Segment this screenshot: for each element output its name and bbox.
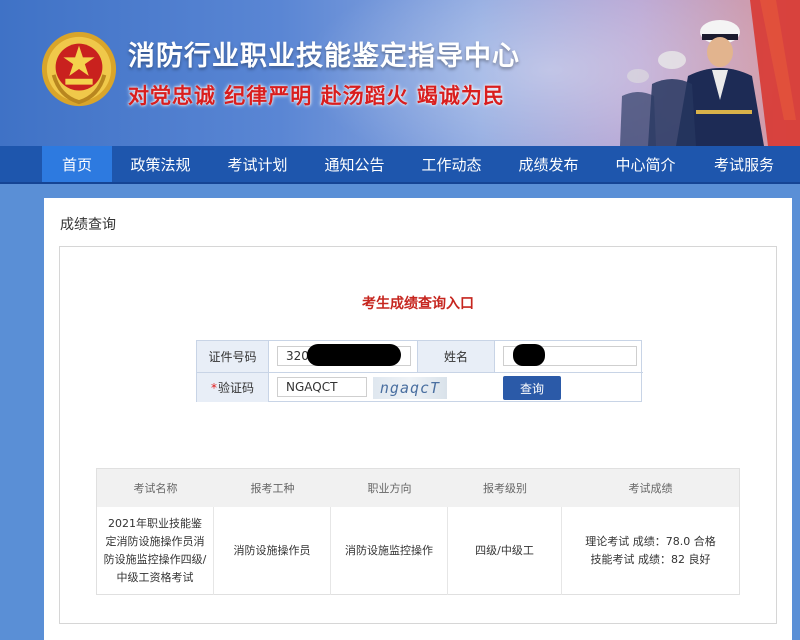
slogan: 对党忠诚 纪律严明 赴汤蹈火 竭诚为民	[128, 84, 505, 108]
panel-title: 考生成绩查询入口	[362, 296, 474, 312]
redaction-mask	[513, 344, 545, 366]
column-header-score: 考试成绩	[562, 469, 739, 507]
id-label: 证件号码	[197, 341, 269, 372]
results-table: 考试名称 报考工种 职业方向 报考级别 考试成绩 2021年职业技能鉴定消防设施…	[96, 468, 740, 595]
required-mark: *	[210, 380, 217, 395]
query-form: 证件号码 姓名 * 验证码 ngaqcT 查询	[196, 340, 643, 402]
column-header-direction: 职业方向	[331, 469, 448, 507]
nav-item-notices[interactable]: 通知公告	[306, 146, 403, 182]
nav-item-about[interactable]: 中心简介	[597, 146, 694, 182]
captcha-image[interactable]: ngaqcT	[373, 377, 447, 399]
query-panel: 考生成绩查询入口 证件号码 姓名 * 验证码 ngaqcT 查询	[59, 246, 777, 624]
firefighter-photo	[620, 0, 800, 146]
nav-item-results[interactable]: 成绩发布	[500, 146, 597, 182]
name-field-cell	[495, 341, 643, 372]
site-title: 消防行业职业技能鉴定指导中心	[128, 41, 520, 72]
column-header-exam-name: 考试名称	[97, 469, 214, 507]
cell-direction: 消防设施监控操作	[331, 507, 448, 595]
nav-item-home[interactable]: 首页	[42, 146, 112, 182]
redaction-mask	[307, 344, 401, 366]
nav-item-exam-service[interactable]: 考试服务	[694, 146, 794, 182]
content-area: 成绩查询 考生成绩查询入口 证件号码 姓名 * 验证码 ngaqcT 查询	[44, 198, 792, 640]
nav-item-policy[interactable]: 政策法规	[112, 146, 209, 182]
captcha-field-cell: ngaqcT 查询	[269, 372, 643, 402]
cell-score: 理论考试 成绩：78.0 合格 技能考试 成绩：82 良好	[562, 507, 739, 595]
cell-level: 四级/中级工	[448, 507, 562, 595]
query-button[interactable]: 查询	[503, 376, 561, 400]
section-title: 成绩查询	[60, 217, 116, 233]
name-label: 姓名	[417, 341, 495, 372]
cell-exam-name: 2021年职业技能鉴定消防设施操作员消防设施监控操作四级/中级工资格考试	[97, 507, 214, 595]
nav-item-exam-plan[interactable]: 考试计划	[209, 146, 306, 182]
main-nav: 首页 政策法规 考试计划 通知公告 工作动态 成绩发布 中心简介 考试服务	[0, 146, 800, 184]
cell-job-type: 消防设施操作员	[214, 507, 331, 595]
captcha-label: 验证码	[217, 381, 254, 395]
fire-emblem-icon	[41, 31, 117, 107]
captcha-label-cell: * 验证码	[197, 372, 269, 402]
header-banner: 消防行业职业技能鉴定指导中心 对党忠诚 纪律严明 赴汤蹈火 竭诚为民	[0, 0, 800, 146]
column-header-job-type: 报考工种	[214, 469, 331, 507]
captcha-input[interactable]	[277, 377, 367, 397]
id-field-cell	[269, 341, 417, 372]
score-skill: 技能考试 成绩：82 良好	[590, 553, 711, 566]
column-header-level: 报考级别	[448, 469, 562, 507]
nav-item-work-news[interactable]: 工作动态	[403, 146, 500, 182]
score-lines: 理论考试 成绩：78.0 合格 技能考试 成绩：82 良好	[585, 533, 716, 569]
score-theory: 理论考试 成绩：78.0 合格	[585, 535, 716, 548]
